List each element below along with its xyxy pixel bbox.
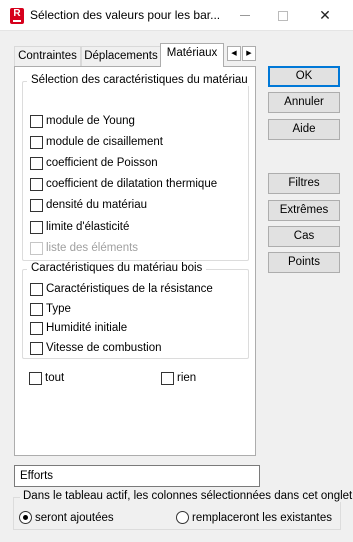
checkbox-box[interactable] <box>30 177 43 191</box>
checkbox-box[interactable] <box>30 321 43 335</box>
arrow-right-icon: ▶ <box>246 50 252 57</box>
maximize-button[interactable] <box>268 0 298 30</box>
checkbox-humidite-initiale[interactable]: Humidité initiale <box>30 320 127 336</box>
wood-group-title: Caractéristiques du matériau bois <box>27 262 207 274</box>
cases-button[interactable]: Cas <box>268 226 340 247</box>
close-icon: ✕ <box>319 7 331 23</box>
tab-scroll-right-button[interactable]: ▶ <box>242 46 256 61</box>
points-button[interactable]: Points <box>268 252 340 273</box>
table-options-group: Dans le tableau actif, les colonnes séle… <box>13 490 353 530</box>
checkbox-box[interactable] <box>30 135 43 149</box>
table-options-title: Dans le tableau actif, les colonnes séle… <box>20 490 353 502</box>
minimize-button[interactable] <box>230 0 260 30</box>
checkbox-box[interactable] <box>30 220 43 234</box>
radio-seront-ajoutees[interactable]: seront ajoutées <box>19 511 114 524</box>
filters-button[interactable]: Filtres <box>268 173 340 194</box>
arrow-left-icon: ◀ <box>231 50 237 57</box>
robot-app-icon: R <box>10 8 24 24</box>
checkbox-module-cisaillement[interactable]: module de cisaillement <box>30 134 163 150</box>
wood-properties-group: Caractéristiques du matériau bois Caract… <box>22 262 249 359</box>
extremes-button[interactable]: Extrêmes <box>268 200 340 221</box>
minimize-icon <box>240 15 250 17</box>
checkbox-box <box>30 241 43 255</box>
checkbox-box[interactable] <box>30 198 43 212</box>
checkbox-box[interactable] <box>30 114 43 128</box>
checkbox-tout[interactable]: tout <box>29 370 64 386</box>
radio-remplaceront-existantes[interactable]: remplaceront les existantes <box>176 511 332 524</box>
checkbox-limite-elasticite[interactable]: limite d'élasticité <box>30 219 129 235</box>
material-group-title: Sélection des caractéristiques du matéri… <box>27 74 252 86</box>
checkbox-box[interactable] <box>30 282 43 296</box>
title-bar: R Sélection des valeurs pour les bar... … <box>0 0 353 31</box>
checkbox-box[interactable] <box>161 371 174 385</box>
tab-contraintes[interactable]: Contraintes <box>14 46 81 67</box>
checkbox-resistance[interactable]: Caractéristiques de la résistance <box>30 281 213 297</box>
checkbox-box[interactable] <box>30 302 43 316</box>
cancel-button[interactable]: Annuler <box>268 92 340 113</box>
radio-button[interactable] <box>19 511 32 524</box>
materiaux-tab-panel: Sélection des caractéristiques du matéri… <box>14 66 256 456</box>
radio-button[interactable] <box>176 511 189 524</box>
tab-scroll-left-button[interactable]: ◀ <box>227 46 241 61</box>
tab-deplacements[interactable]: Déplacements <box>81 46 161 67</box>
help-button[interactable]: Aide <box>268 119 340 140</box>
checkbox-vitesse-combustion[interactable]: Vitesse de combustion <box>30 340 162 356</box>
checkbox-box[interactable] <box>29 371 42 385</box>
checkbox-densite-materiau[interactable]: densité du matériau <box>30 197 147 213</box>
ok-button[interactable]: OK <box>268 66 340 87</box>
checkbox-dilatation-thermique[interactable]: coefficient de dilatation thermique <box>30 176 217 192</box>
checkbox-type[interactable]: Type <box>30 301 71 317</box>
window-title: Sélection des valeurs pour les bar... <box>30 8 221 22</box>
checkbox-box[interactable] <box>30 156 43 170</box>
checkbox-module-young[interactable]: module de Young <box>30 113 135 129</box>
checkbox-liste-elements: liste des éléments <box>30 240 138 256</box>
material-properties-group: Sélection des caractéristiques du matéri… <box>22 74 252 261</box>
checkbox-rien[interactable]: rien <box>161 370 196 386</box>
checkbox-box[interactable] <box>30 341 43 355</box>
tab-materiaux[interactable]: Matériaux <box>160 43 224 67</box>
results-field[interactable]: Efforts <box>14 465 260 487</box>
maximize-icon <box>278 10 288 21</box>
close-button[interactable]: ✕ <box>310 0 340 30</box>
checkbox-coefficient-poisson[interactable]: coefficient de Poisson <box>30 155 158 171</box>
